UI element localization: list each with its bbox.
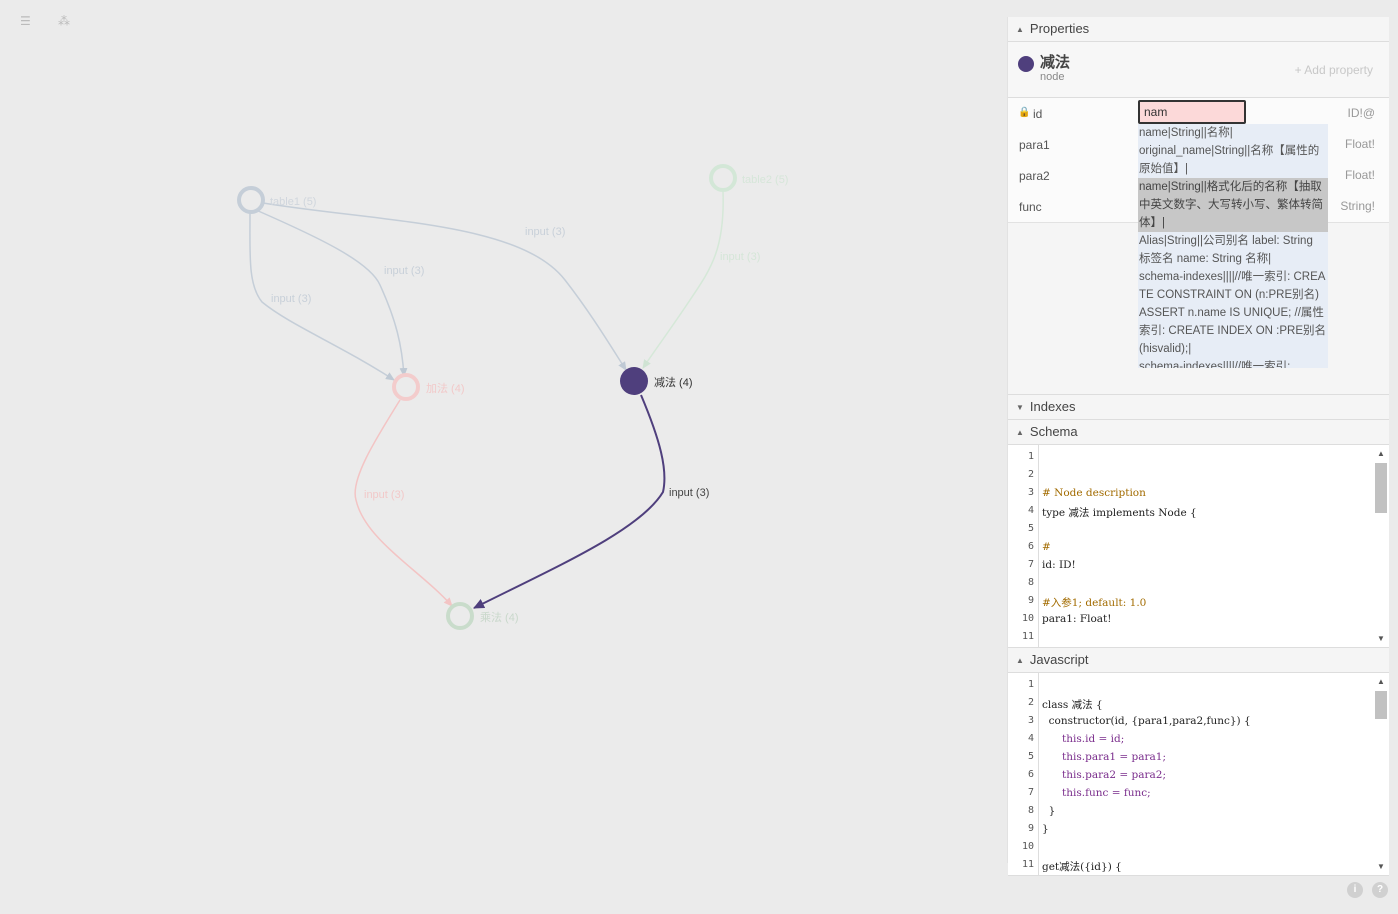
code-line: # [1042, 541, 1051, 553]
scroll-up-icon[interactable]: ▲ [1377, 449, 1385, 458]
line-number-gutter: 1 2 3 4 5 6 7 8 9 10 11 [1008, 673, 1039, 875]
node-label: 加法 (4) [426, 381, 465, 395]
node-label: table1 (5) [270, 196, 316, 208]
autocomplete-option[interactable]: Alias|String||公司别名 label: String 标签名 nam… [1138, 232, 1328, 268]
graph-node-table2[interactable]: table2 (5) [709, 164, 788, 192]
code-line: para1: Float! [1042, 613, 1112, 625]
property-type[interactable]: ID!@ [1347, 106, 1375, 120]
code-line: id: ID! [1042, 559, 1076, 571]
property-key: id [1033, 107, 1043, 121]
graph-node-jianfa[interactable]: 减法 (4) [620, 367, 693, 395]
property-key: func [1019, 200, 1042, 214]
code-line: # Node description [1042, 487, 1146, 499]
scroll-down-icon[interactable]: ▼ [1377, 634, 1385, 643]
collapse-down-icon: ▼ [1016, 403, 1024, 412]
info-button[interactable]: i [1347, 882, 1363, 898]
edge-label: input (3) [384, 265, 424, 277]
indexes-section-header[interactable]: ▼ Indexes [1008, 394, 1389, 420]
autocomplete-option[interactable]: schema-indexes||||//唯一索引: CREATE CONSTRA… [1138, 268, 1328, 358]
edge-jiafa-chengfa[interactable] [354, 399, 453, 607]
edge-label: input (3) [525, 226, 565, 238]
code-line: } [1042, 805, 1056, 817]
node-label: 减法 (4) [654, 375, 693, 389]
collapse-up-icon: ▲ [1016, 428, 1024, 437]
scrollbar-thumb[interactable] [1375, 691, 1387, 719]
scroll-down-icon[interactable]: ▼ [1377, 862, 1385, 871]
node-header: 减法 node + Add property [1008, 42, 1389, 98]
graph-node-jiafa[interactable]: 加法 (4) [392, 373, 465, 401]
edge-label: input (3) [669, 487, 709, 499]
code-line: type 减法 implements Node { [1042, 507, 1197, 519]
node-type: node [1040, 71, 1065, 83]
properties-title: Properties [1029, 21, 1090, 36]
autocomplete-dropdown[interactable]: name|String||名称| original_name|String||名… [1138, 124, 1328, 368]
add-property-button[interactable]: + Add property [1295, 63, 1373, 77]
edge-table2-jianfa[interactable] [642, 191, 724, 369]
help-button[interactable]: ? [1372, 882, 1388, 898]
edge-table1-jianfa[interactable] [262, 202, 627, 371]
scrollbar[interactable]: ▲ ▼ [1373, 673, 1389, 875]
lock-icon: 🔒 [1018, 107, 1031, 118]
collapse-up-icon: ▲ [1016, 25, 1024, 34]
code-line: this.para1 = para1; [1042, 751, 1166, 763]
autocomplete-option[interactable]: name|String||名称| [1138, 124, 1328, 142]
graph-canvas[interactable]: input (3) input (3) input (3) input (3) … [0, 0, 1000, 914]
autocomplete-option-highlighted[interactable]: name|String||格式化后的名称【抽取中英文数字、大写转小写、繁体转简体… [1138, 178, 1328, 232]
property-type[interactable]: String! [1340, 199, 1375, 213]
property-type[interactable]: Float! [1345, 168, 1375, 182]
node-color-dot[interactable] [1018, 56, 1034, 72]
properties-body: 减法 node + Add property 🔒 id ID!@ para1 F… [1008, 42, 1389, 394]
edge-label: input (3) [364, 489, 404, 501]
node-name: 减法 [1040, 53, 1071, 71]
scrollbar[interactable]: ▲ ▼ [1373, 445, 1389, 647]
graph-node-chengfa[interactable]: 乘法 (4) [446, 602, 519, 630]
scrollbar-thumb[interactable] [1375, 463, 1387, 513]
collapse-up-icon: ▲ [1016, 656, 1024, 665]
javascript-section-header[interactable]: ▲ Javascript [1008, 648, 1389, 673]
properties-section-header[interactable]: ▲ Properties [1008, 17, 1389, 42]
javascript-editor[interactable]: 1 2 3 4 5 6 7 8 9 10 11 class 减法 { constructor(id,… [1008, 673, 1389, 876]
property-key: para2 [1019, 169, 1050, 183]
node-label: 乘法 (4) [480, 610, 519, 624]
code-line: class 减法 { [1042, 699, 1103, 711]
indexes-title: Indexes [1029, 399, 1076, 414]
javascript-title: Javascript [1029, 652, 1089, 667]
property-key: para1 [1019, 138, 1050, 152]
code-line: this.func = func; [1042, 787, 1151, 799]
property-value-input[interactable] [1138, 100, 1246, 124]
node-label: table2 (5) [742, 174, 788, 186]
schema-title: Schema [1029, 424, 1078, 439]
line-number-gutter: 1 2 3 4 5 6 7 8 9 10 11 [1008, 445, 1039, 647]
side-panel: ▲ Properties 减法 node + Add property 🔒 id … [1007, 17, 1389, 876]
schema-editor[interactable]: 1 2 3 4 5 6 7 8 9 10 11 # Node description type 减法… [1008, 445, 1389, 648]
autocomplete-option[interactable]: original_name|String||名称【属性的原始值】| [1138, 142, 1328, 178]
code-line: #入参1; default: 1.0 [1042, 597, 1147, 609]
property-type[interactable]: Float! [1345, 137, 1375, 151]
scroll-up-icon[interactable]: ▲ [1377, 677, 1385, 686]
edge-label: input (3) [271, 293, 311, 305]
code-line: get减法({id}) { [1042, 861, 1122, 873]
code-line: this.id = id; [1042, 733, 1125, 745]
code-line: this.para2 = para2; [1042, 769, 1166, 781]
schema-section-header[interactable]: ▲ Schema [1008, 420, 1389, 445]
code-line: constructor(id, {para1,para2,func}) { [1042, 715, 1251, 727]
code-line: } [1042, 823, 1049, 835]
edge-jianfa-chengfa[interactable] [473, 394, 666, 609]
autocomplete-option[interactable]: schema-indexes||||//唯一索引: [1138, 358, 1328, 368]
edge-label: input (3) [720, 251, 760, 263]
